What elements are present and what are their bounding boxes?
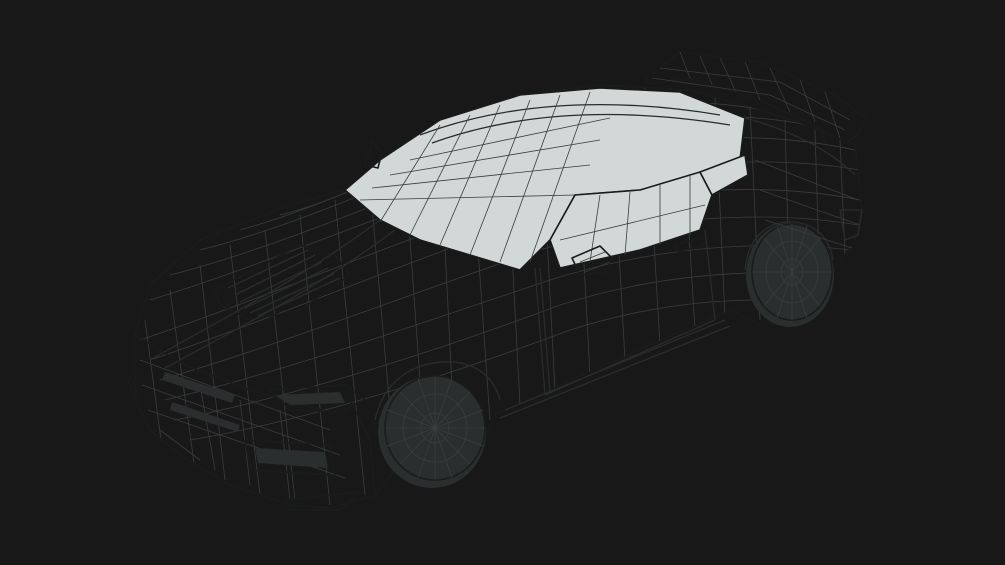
door-panel — [499, 229, 731, 419]
model-view[interactable] — [0, 0, 1005, 565]
rear-wheel — [746, 223, 834, 327]
antenna-fin — [364, 141, 383, 169]
front-wheel — [378, 375, 486, 488]
car-model[interactable] — [0, 0, 1005, 565]
viewport-canvas[interactable] — [0, 0, 1005, 565]
cabin — [344, 87, 749, 271]
